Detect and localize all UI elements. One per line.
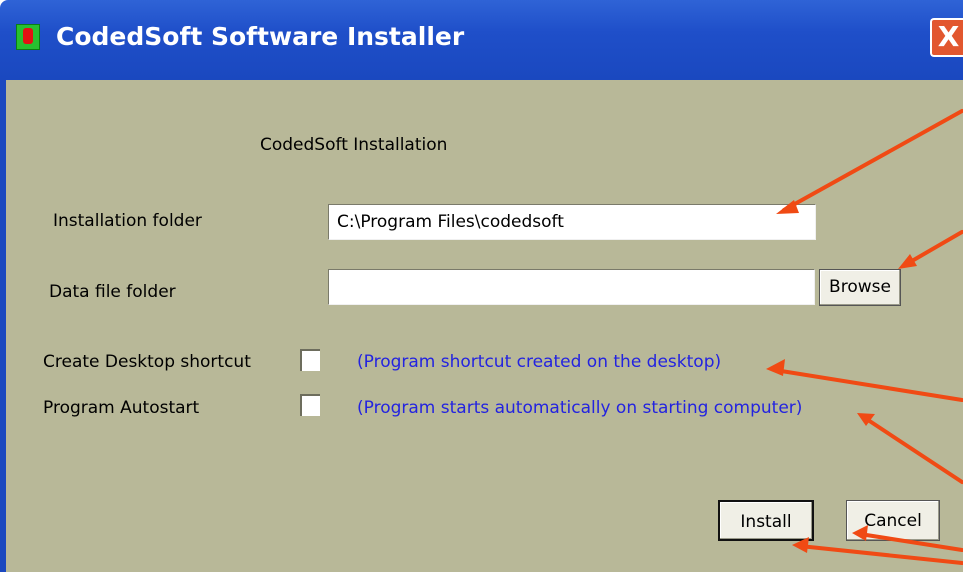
installation-heading: CodedSoft Installation	[260, 135, 448, 155]
close-button[interactable]: X	[930, 18, 963, 57]
installer-window: CodedSoft Software Installer X CodedSoft…	[0, 0, 963, 572]
data-file-folder-label: Data file folder	[49, 282, 176, 302]
installation-folder-input[interactable]: C:\Program Files\codedsoft	[328, 204, 816, 240]
app-icon	[16, 24, 40, 50]
installation-folder-label: Installation folder	[53, 211, 202, 231]
data-file-folder-input[interactable]	[328, 269, 815, 305]
autostart-checkbox[interactable]	[300, 394, 320, 416]
desktop-shortcut-checkbox[interactable]	[300, 349, 320, 371]
cancel-button[interactable]: Cancel	[846, 500, 940, 541]
autostart-note: (Program starts automatically on startin…	[357, 398, 803, 418]
autostart-label: Program Autostart	[43, 398, 200, 418]
installer-dialog-body: CodedSoft Installation Installation fold…	[0, 80, 963, 572]
window-title: CodedSoft Software Installer	[56, 22, 465, 51]
title-bar[interactable]: CodedSoft Software Installer X	[0, 0, 963, 80]
browse-button[interactable]: Browse	[819, 269, 901, 306]
install-button[interactable]: Install	[718, 500, 814, 541]
desktop-shortcut-note: (Program shortcut created on the desktop…	[357, 352, 722, 372]
desktop-shortcut-label: Create Desktop shortcut	[43, 352, 251, 372]
